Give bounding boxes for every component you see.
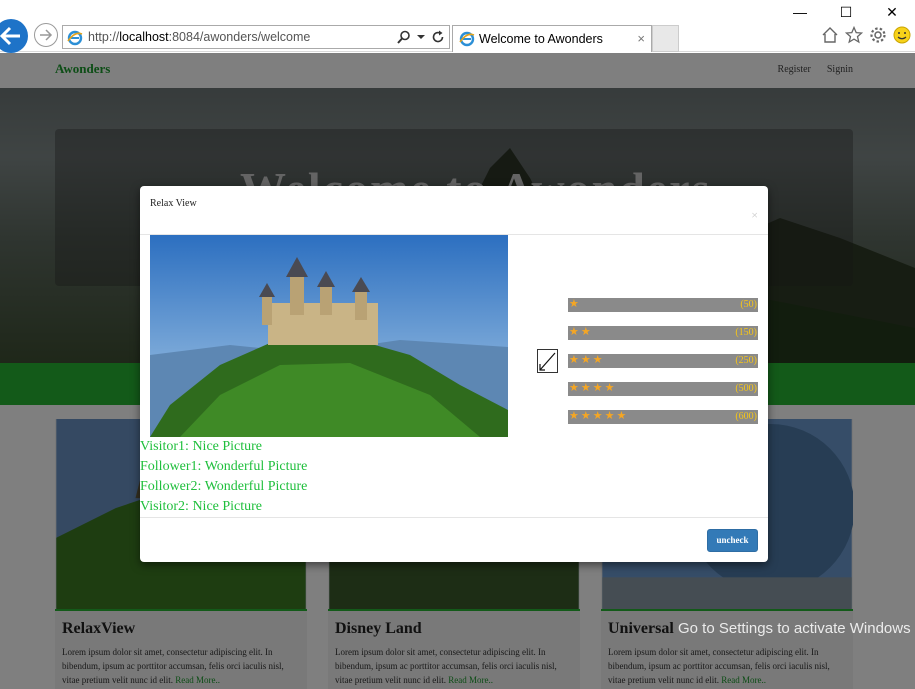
address-url: http://localhost:8084/awonders/welcome [88,26,310,48]
ie-icon [67,30,83,46]
rating-count: (150) [735,327,757,338]
window-close-icon[interactable]: ✕ [869,0,915,24]
comment-item: Visitor1: Nice Picture [140,439,263,454]
rating-bar-4: ★★★★ (500) [568,382,758,396]
url-path: :8084/awonders/welcome [168,30,311,44]
ie-icon [459,31,475,47]
comment-list: Visitor1: Nice Picture Follower1: Wonder… [140,437,307,517]
comment-item: Follower2: Wonderful Picture [140,479,308,494]
star-icon: ★★★★★ [569,410,629,422]
arrow-right-icon [40,29,53,41]
browser-toolbar [821,26,911,44]
new-tab-button[interactable] [652,25,679,52]
star-icon: ★★★★ [569,382,617,394]
modal-footer: uncheck [140,517,768,562]
window-controls: — ☐ ✕ [777,0,915,24]
uncheck-button[interactable]: uncheck [707,529,758,552]
rating-bar-5: ★★★★★ (600) [568,410,758,424]
modal-header: Relax View × [140,186,768,235]
checkmark-icon [539,352,556,371]
activation-watermark: Go to Settings to activate Windows [678,620,911,637]
search-icon[interactable] [397,30,411,44]
gear-icon[interactable] [869,26,887,44]
tab-title: Welcome to Awonders [479,32,603,46]
star-icon[interactable] [845,26,863,44]
star-icon: ★★ [569,326,593,338]
rating-bar-3: ★★★ (250) [568,354,758,368]
smiley-icon[interactable] [893,26,911,44]
rating-count: (250) [735,355,757,366]
arrow-left-icon [0,26,20,46]
back-button[interactable] [0,19,28,53]
modal-close-icon[interactable]: × [751,208,758,223]
comment-item: Visitor2: Nice Picture [140,499,263,514]
refresh-icon[interactable] [431,30,445,44]
comment-item: Follower1: Wonderful Picture [140,459,308,474]
maximize-icon[interactable]: ☐ [823,0,869,24]
rating-count: (50) [740,299,757,310]
rating-count: (600) [735,411,757,422]
minimize-icon[interactable]: — [777,0,823,24]
rating-bar-2: ★★ (150) [568,326,758,340]
url-host: localhost [119,30,169,44]
forward-button[interactable] [34,23,58,47]
browser-tab[interactable]: Welcome to Awonders × [452,25,652,52]
relax-view-modal: Relax View × ★ (50) ★★ (150) ★★★ (250) ★… [140,186,768,562]
rating-count: (500) [735,383,757,394]
chevron-down-icon[interactable] [417,33,425,41]
check-box[interactable] [537,349,558,373]
tab-close-icon[interactable]: × [637,26,645,52]
star-icon: ★ [569,298,581,310]
address-bar[interactable]: http://localhost:8084/awonders/welcome [62,25,450,49]
url-prefix: http:// [88,30,120,44]
modal-title: Relax View [150,198,197,209]
browser-chrome: http://localhost:8084/awonders/welcome W… [0,0,915,53]
rating-bar-1: ★ (50) [568,298,758,312]
castle-photo [150,235,508,437]
home-icon[interactable] [821,26,839,44]
star-icon: ★★★ [569,354,605,366]
